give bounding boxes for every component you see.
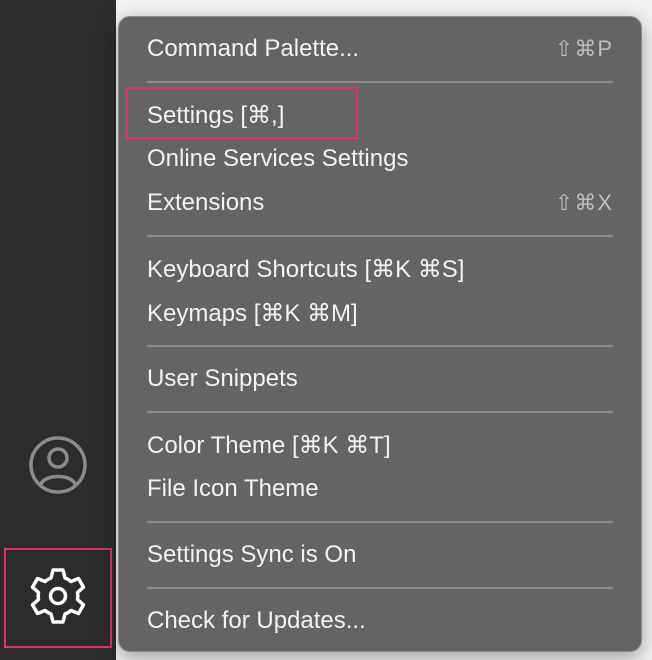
menu-item-extensions[interactable]: Extensions ⇧⌘X xyxy=(133,183,627,223)
account-icon xyxy=(27,434,89,501)
menu-item-user-snippets[interactable]: User Snippets xyxy=(133,359,627,399)
manage-context-menu: Command Palette... ⇧⌘P Settings [⌘,] Onl… xyxy=(118,16,642,652)
menu-separator xyxy=(147,81,613,83)
menu-item-color-theme[interactable]: Color Theme [⌘K ⌘T] xyxy=(133,425,627,465)
manage-button[interactable] xyxy=(4,548,112,648)
menu-item-label: Extensions xyxy=(147,189,265,216)
menu-item-check-for-updates[interactable]: Check for Updates... xyxy=(133,601,627,641)
activity-bar xyxy=(0,0,116,660)
menu-item-online-services-settings[interactable]: Online Services Settings xyxy=(133,139,627,179)
menu-item-file-icon-theme[interactable]: File Icon Theme xyxy=(133,469,627,509)
menu-separator xyxy=(147,345,613,347)
accounts-button[interactable] xyxy=(0,418,116,516)
menu-separator xyxy=(147,235,613,237)
gear-icon xyxy=(26,564,90,633)
menu-item-label: Settings Sync is On xyxy=(147,541,357,568)
menu-item-shortcut: ⇧⌘P xyxy=(554,36,613,61)
menu-separator xyxy=(147,521,613,523)
menu-item-keyboard-shortcuts[interactable]: Keyboard Shortcuts [⌘K ⌘S] xyxy=(133,249,627,289)
menu-item-label: Settings [⌘,] xyxy=(147,101,285,129)
menu-item-settings[interactable]: Settings [⌘,] xyxy=(133,95,627,135)
menu-item-label: User Snippets xyxy=(147,365,298,392)
menu-separator xyxy=(147,411,613,413)
menu-item-label: Keyboard Shortcuts [⌘K ⌘S] xyxy=(147,255,465,283)
menu-item-label: Color Theme [⌘K ⌘T] xyxy=(147,431,391,459)
menu-item-shortcut: ⇧⌘X xyxy=(554,190,613,215)
menu-item-label: File Icon Theme xyxy=(147,475,319,502)
app-window: Command Palette... ⇧⌘P Settings [⌘,] Onl… xyxy=(0,0,652,660)
menu-item-label: Online Services Settings xyxy=(147,145,409,172)
menu-item-label: Check for Updates... xyxy=(147,607,366,634)
menu-item-settings-sync[interactable]: Settings Sync is On xyxy=(133,535,627,575)
menu-item-command-palette[interactable]: Command Palette... ⇧⌘P xyxy=(133,29,627,69)
menu-separator xyxy=(147,587,613,589)
menu-item-label: Keymaps [⌘K ⌘M] xyxy=(147,299,358,327)
menu-item-label: Command Palette... xyxy=(147,35,360,62)
menu-item-keymaps[interactable]: Keymaps [⌘K ⌘M] xyxy=(133,293,627,333)
